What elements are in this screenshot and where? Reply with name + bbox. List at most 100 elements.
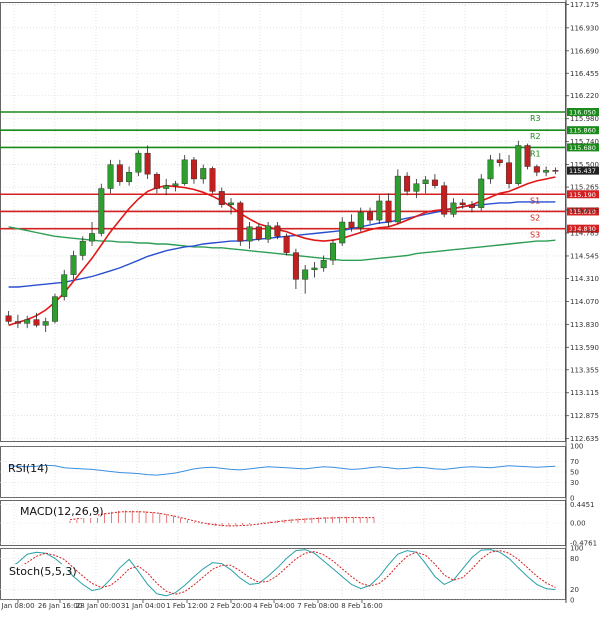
price-tick-label: 113.830	[570, 321, 599, 329]
candle-body	[237, 202, 244, 242]
candle-body	[524, 145, 531, 167]
candle-body	[302, 269, 309, 280]
candle-body	[506, 162, 513, 184]
time-tick-label: 1 Feb 12:00	[166, 602, 207, 610]
price-tick-label: 112.875	[570, 412, 599, 420]
time-tick-label: 8 Feb 16:00	[341, 602, 382, 610]
indicator-tick-label: 100	[570, 545, 583, 553]
candle-body	[311, 267, 318, 271]
candle-body	[367, 212, 374, 221]
candle-body	[14, 321, 21, 324]
price-tick-label: 115.980	[570, 115, 599, 123]
candle-body	[450, 202, 457, 215]
price-tick-label: 116.690	[570, 47, 599, 55]
candle-body	[283, 236, 290, 253]
panel-frame	[0, 548, 566, 600]
candle-body	[292, 252, 299, 280]
rsi-line	[8, 464, 556, 476]
level-label-r1: R1	[530, 149, 541, 158]
candle-body	[107, 164, 114, 189]
price-tick-label: 116.455	[570, 70, 599, 78]
price-axis: 117.175 116.930 116.690 116.455 116.220 115.9…	[566, 1, 599, 443]
price-tick-label: 113.355	[570, 366, 599, 374]
candle-body	[320, 260, 327, 269]
price-tick-label: 114.310	[570, 275, 599, 283]
stoch-title: Stoch(5,5,3)	[9, 565, 77, 578]
candle-body	[533, 166, 540, 173]
time-tick-label: 7 Feb 08:00	[297, 602, 338, 610]
indicator-tick-label: 0.4451	[570, 501, 595, 509]
panel-frame	[0, 2, 566, 442]
chart-root: R3 116.050 R2 115.860 R1 115.680 S1 115.190 S2 11…	[0, 0, 600, 617]
level-label-s1: S1	[530, 196, 540, 205]
candle-body	[153, 173, 160, 189]
price-tick-label: 114.545	[570, 252, 599, 260]
time-tick-label: 31 Jan 04:00	[121, 602, 165, 610]
level-label-r3: R3	[530, 114, 541, 123]
candle-body	[42, 321, 49, 326]
indicator-tick-label: 100	[570, 443, 583, 451]
stoch-d-line	[8, 550, 556, 595]
candle-body	[385, 200, 392, 223]
candle-body	[265, 225, 272, 240]
candle-body	[422, 179, 429, 184]
time-axis: Jan 08:00 26 Jan 16:0028 Jan 00:00 31 Jan …	[0, 600, 383, 610]
indicator-tick-label: 50	[570, 469, 579, 477]
candle-body	[89, 233, 96, 242]
indicator-tick-label: 20	[570, 586, 579, 594]
stoch-panel: 100 80 20 0 Stoch(5,5,3)	[0, 545, 583, 605]
candle-body	[209, 168, 216, 192]
candle-body	[5, 315, 12, 322]
indicator-tick-label: 80	[570, 555, 579, 563]
price-tick-label: 114.785	[570, 230, 599, 238]
candle-body	[459, 202, 466, 205]
candle-body	[144, 152, 151, 175]
time-tick-label: 2 Feb 20:00	[210, 602, 251, 610]
indicator-tick-label: 70	[570, 458, 579, 466]
candle-body	[135, 152, 142, 173]
candle-body	[70, 255, 77, 275]
candle-body	[376, 200, 383, 221]
candle-body	[33, 319, 40, 326]
candle-body	[51, 296, 58, 322]
level-price-label: 115.860	[569, 127, 596, 135]
ma-green-line	[8, 226, 556, 261]
candle-body	[515, 145, 522, 184]
candle-body	[468, 204, 475, 208]
candle-body	[255, 226, 262, 240]
ma-red-line	[8, 176, 556, 327]
time-tick-label: 28 Jan 00:00	[76, 602, 120, 610]
candle-body	[413, 183, 420, 192]
price-tick-label: 115.025	[570, 207, 599, 215]
candle-body	[172, 183, 179, 186]
candle-body	[552, 170, 559, 172]
candle-body	[339, 221, 346, 244]
price-tick-label: 116.930	[570, 24, 599, 32]
candle-body	[357, 212, 364, 228]
candle-body	[228, 202, 235, 205]
indicator-tick-label: 0.00	[570, 520, 586, 528]
rsi-title: RSI(14)	[8, 462, 48, 475]
candle-body	[496, 159, 503, 163]
candle-body	[24, 319, 31, 324]
price-tick-label: 116.220	[570, 92, 599, 100]
candle-body	[487, 159, 494, 180]
macd-panel: 0.44510.00-0.4761MACD(12,26,9)	[0, 501, 597, 547]
level-label-s3: S3	[530, 231, 540, 240]
candle-body	[441, 185, 448, 215]
moving-averages	[8, 176, 556, 327]
candle-body	[163, 185, 170, 189]
price-tick-label: 117.175	[570, 1, 599, 9]
level-label-s2: S2	[530, 213, 540, 222]
candle-body	[190, 159, 197, 180]
candle-body	[329, 242, 336, 261]
candle-body	[274, 225, 281, 237]
candle-body	[200, 168, 207, 180]
candle-body	[348, 221, 355, 228]
indicator-tick-label: 0	[570, 597, 574, 605]
price-tick-label: 115.265	[570, 184, 599, 192]
current-price-label: 115.437	[569, 167, 596, 175]
candle-body	[116, 164, 123, 183]
candle-body	[404, 175, 411, 192]
price-tick-label: 113.590	[570, 344, 599, 352]
